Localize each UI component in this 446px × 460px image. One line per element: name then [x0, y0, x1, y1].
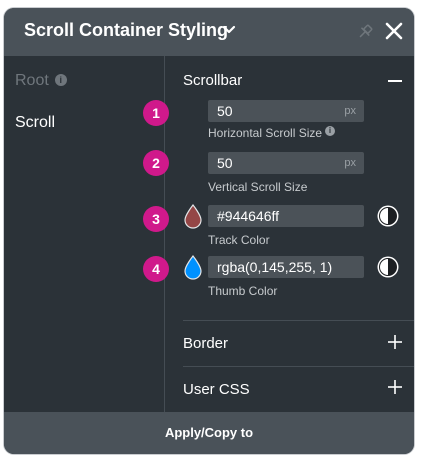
horizontal-scroll-size-value: 50: [217, 103, 233, 119]
section-divider: [183, 366, 414, 367]
info-icon[interactable]: i: [54, 74, 67, 86]
scrollbar-section-title[interactable]: Scrollbar: [183, 72, 242, 89]
vertical-scroll-size-label: Vertical Scroll Size: [208, 180, 308, 194]
px-unit-label: px: [344, 105, 356, 117]
thumb-color-input[interactable]: rgba(0,145,255, 1): [208, 256, 364, 278]
section-divider: [183, 320, 414, 321]
pin-icon[interactable]: [356, 23, 374, 41]
step-badge-4: 4: [143, 256, 169, 282]
horizontal-scroll-size-label: Horizontal Scroll Size i: [208, 126, 336, 140]
chevron-down-icon[interactable]: [222, 23, 236, 37]
sidebar: [4, 56, 164, 412]
vertical-scroll-size-input[interactable]: 50 px: [208, 152, 364, 174]
track-color-label: Track Color: [208, 233, 270, 247]
sidebar-item-scroll[interactable]: Scroll: [15, 114, 55, 132]
close-icon[interactable]: [384, 21, 404, 41]
track-color-value: #944646ff: [217, 208, 280, 224]
step-badge-3: 3: [143, 206, 169, 232]
user-css-section-title[interactable]: User CSS: [183, 381, 250, 398]
step-badge-2: 2: [143, 150, 169, 176]
border-section-title[interactable]: Border: [183, 335, 228, 352]
vertical-scroll-size-value: 50: [217, 155, 233, 171]
thumb-color-label: Thumb Color: [208, 284, 278, 298]
info-icon[interactable]: i: [325, 126, 336, 136]
expand-icon[interactable]: [387, 379, 403, 395]
collapse-icon[interactable]: [387, 73, 403, 89]
panel-title: Scroll Container Styling: [24, 20, 229, 40]
sidebar-item-label: Root: [15, 72, 49, 89]
step-badge-1: 1: [143, 100, 169, 126]
track-color-drop-icon[interactable]: [182, 203, 204, 229]
contrast-icon[interactable]: [376, 255, 400, 279]
apply-copy-button[interactable]: Apply/Copy to: [4, 412, 414, 454]
px-unit-label: px: [344, 157, 356, 169]
sidebar-item-root[interactable]: Root i: [15, 72, 67, 90]
sidebar-item-label: Scroll: [15, 114, 56, 131]
panel-header: Scroll Container Styling: [4, 8, 414, 56]
contrast-icon[interactable]: [376, 204, 400, 228]
horizontal-scroll-size-input[interactable]: 50 px: [208, 100, 364, 122]
scroll-container-styling-panel: Scroll Container Styling Root i Scroll Sc…: [4, 8, 414, 454]
expand-icon[interactable]: [387, 334, 403, 350]
thumb-color-drop-icon[interactable]: [182, 254, 204, 280]
thumb-color-value: rgba(0,145,255, 1): [217, 259, 333, 275]
track-color-input[interactable]: #944646ff: [208, 205, 364, 227]
